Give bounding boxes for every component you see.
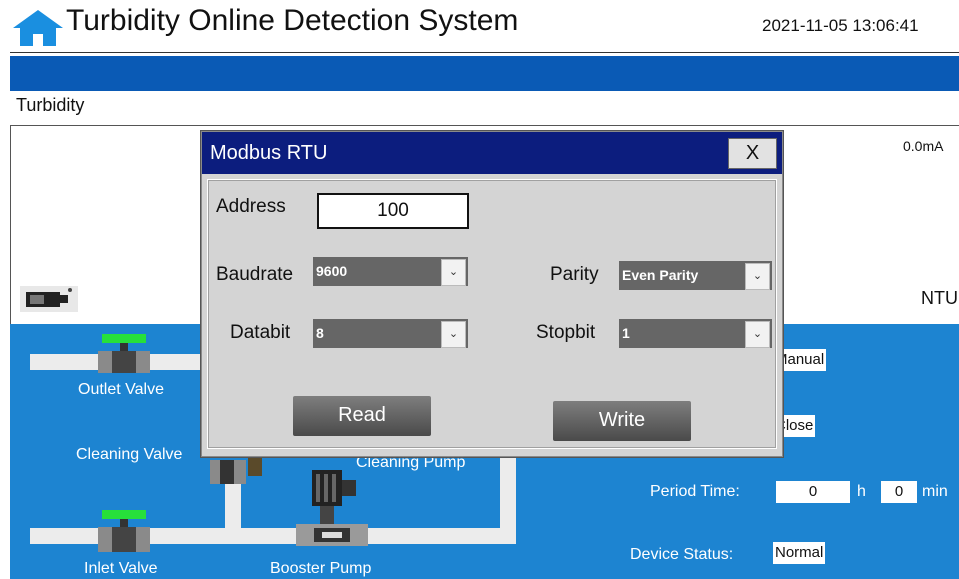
nav-bar — [10, 56, 959, 91]
booster-pump-label: Booster Pump — [270, 560, 372, 577]
baudrate-value: 9600 — [316, 263, 348, 279]
period-minutes-input[interactable]: 0 — [881, 481, 917, 503]
inlet-valve-icon[interactable] — [94, 510, 154, 552]
device-status-value: Normal — [773, 542, 826, 564]
address-input[interactable]: 100 — [317, 193, 469, 229]
cleaning-valve-label: Cleaning Valve — [76, 446, 183, 463]
stopbit-label: Stopbit — [536, 322, 596, 343]
modbus-dialog: Modbus RTU X Address 100 Baudrate 9600 ⌄… — [201, 131, 783, 457]
current-readout: 0.0mA — [903, 138, 944, 154]
read-button[interactable]: Read — [293, 396, 431, 436]
write-button[interactable]: Write — [553, 401, 691, 441]
minutes-unit-label: min — [922, 483, 948, 500]
return-pipe — [500, 454, 516, 544]
stopbit-value: 1 — [622, 325, 630, 341]
parity-label: Parity — [550, 264, 599, 285]
page-title: Turbidity Online Detection System — [66, 4, 519, 37]
ntu-unit-label: NTU — [921, 288, 958, 308]
inlet-valve-label: Inlet Valve — [84, 560, 158, 577]
cleaning-valve-icon[interactable] — [210, 456, 266, 486]
period-time-label: Period Time: — [650, 483, 740, 500]
outlet-valve-icon[interactable] — [94, 334, 154, 374]
databit-select[interactable]: 8 ⌄ — [313, 319, 468, 348]
close-button[interactable]: X — [728, 138, 777, 169]
address-label: Address — [216, 196, 286, 217]
chevron-down-icon[interactable]: ⌄ — [441, 259, 466, 286]
outlet-valve-label: Outlet Valve — [78, 381, 164, 398]
chevron-down-icon[interactable]: ⌄ — [745, 321, 770, 348]
header-divider — [10, 52, 959, 53]
chevron-down-icon[interactable]: ⌄ — [745, 263, 770, 290]
section-label: Turbidity — [16, 95, 85, 115]
booster-pump-icon[interactable] — [292, 470, 372, 550]
period-hours-input[interactable]: 0 — [776, 481, 850, 503]
device-status-label: Device Status: — [630, 546, 734, 563]
parity-select[interactable]: Even Parity ⌄ — [619, 261, 772, 290]
baudrate-label: Baudrate — [216, 264, 294, 285]
databit-value: 8 — [316, 325, 324, 341]
dialog-title: Modbus RTU — [210, 142, 328, 164]
baudrate-select[interactable]: 9600 ⌄ — [313, 257, 468, 286]
camera-icon[interactable] — [20, 286, 78, 312]
stopbit-select[interactable]: 1 ⌄ — [619, 319, 772, 348]
databit-label: Databit — [230, 322, 291, 343]
parity-value: Even Parity — [622, 267, 699, 283]
chevron-down-icon[interactable]: ⌄ — [441, 321, 466, 348]
datetime-display: 2021-11-05 13:06:41 — [762, 16, 919, 35]
dialog-titlebar[interactable]: Modbus RTU X — [202, 132, 782, 174]
hours-unit-label: h — [857, 483, 866, 500]
home-icon[interactable] — [12, 8, 64, 48]
